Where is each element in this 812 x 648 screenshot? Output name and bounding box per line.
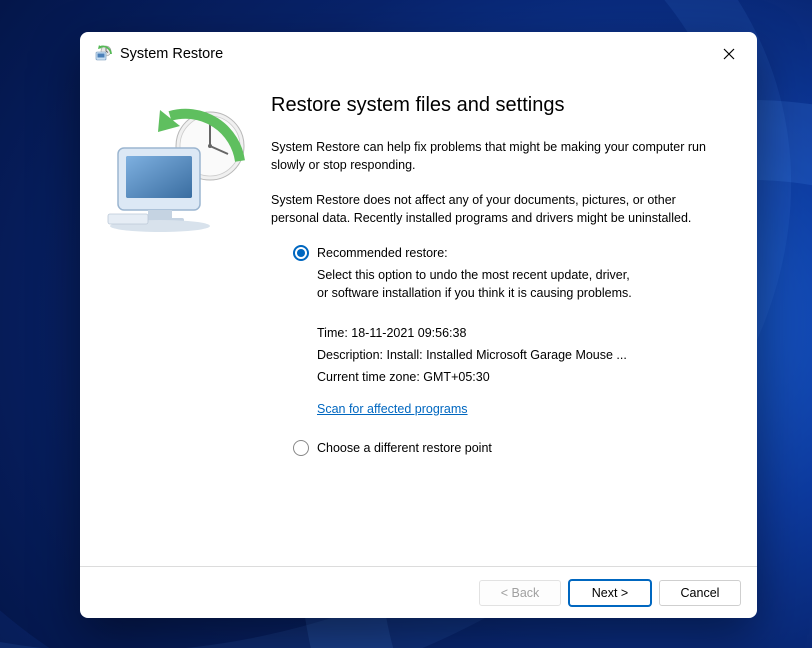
titlebar: System Restore bbox=[80, 32, 757, 74]
scan-affected-link[interactable]: Scan for affected programs bbox=[317, 402, 468, 416]
cancel-button[interactable]: Cancel bbox=[659, 580, 741, 606]
options-group: Recommended restore: Select this option … bbox=[271, 245, 725, 456]
intro-text: System Restore can help fix problems tha… bbox=[271, 139, 725, 174]
recommended-label: Recommended restore: bbox=[317, 246, 448, 260]
main-panel: Restore system files and settings System… bbox=[271, 78, 757, 566]
note-text: System Restore does not affect any of yo… bbox=[271, 192, 725, 227]
restore-description: Description: Install: Installed Microsof… bbox=[293, 348, 725, 362]
system-restore-dialog: System Restore bbox=[80, 32, 757, 618]
system-restore-icon bbox=[94, 45, 112, 63]
radio-indicator-icon bbox=[293, 245, 309, 261]
window-title: System Restore bbox=[120, 46, 707, 62]
choose-different-radio[interactable]: Choose a different restore point bbox=[293, 440, 725, 456]
button-footer: < Back Next > Cancel bbox=[80, 566, 757, 618]
content: Restore system files and settings System… bbox=[80, 74, 757, 566]
restore-illustration bbox=[96, 78, 271, 566]
recommended-restore-radio[interactable]: Recommended restore: bbox=[293, 245, 725, 261]
recommended-description: Select this option to undo the most rece… bbox=[293, 267, 633, 302]
back-button: < Back bbox=[479, 580, 561, 606]
radio-indicator-icon bbox=[293, 440, 309, 456]
choose-different-label: Choose a different restore point bbox=[317, 441, 492, 455]
restore-timezone: Current time zone: GMT+05:30 bbox=[293, 370, 725, 384]
restore-time: Time: 18-11-2021 09:56:38 bbox=[293, 326, 725, 340]
page-heading: Restore system files and settings bbox=[271, 94, 725, 117]
next-button[interactable]: Next > bbox=[569, 580, 651, 606]
close-button[interactable] bbox=[715, 40, 743, 68]
